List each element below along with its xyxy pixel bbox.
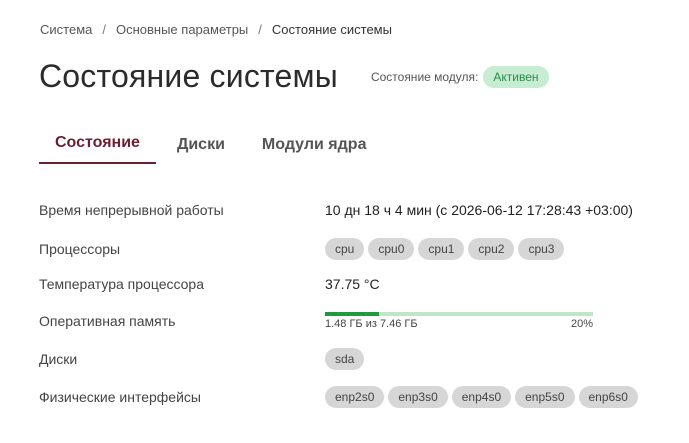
info-row-interfaces: Физические интерфейсы enp2s0 enp3s0 enp4…	[39, 386, 642, 408]
info-row-disks: Диски sda	[39, 348, 368, 370]
info-row-cpus: Процессоры cpu cpu0 cpu1 cpu2 cpu3	[39, 238, 568, 260]
memory-label: Оперативная память	[39, 313, 176, 329]
memory-usage: 1.48 ГБ из 7.46 ГБ 20%	[325, 312, 593, 330]
system-status-page: Система / Основные параметры / Состояние…	[0, 0, 689, 443]
interface-chip: enp6s0	[578, 386, 638, 408]
tab-kernel-modules[interactable]: Модули ядра	[246, 126, 383, 164]
interface-chip: enp4s0	[451, 386, 512, 408]
info-row-memory: Оперативная память 1.48 ГБ из 7.46 ГБ 20…	[39, 312, 593, 330]
cpus-label: Процессоры	[39, 241, 121, 257]
uptime-label: Время непрерывной работы	[39, 202, 224, 218]
cpu-chip: cpu0	[368, 238, 415, 260]
cpu-chip: cpu	[325, 238, 365, 260]
status-badge: Активен	[483, 65, 549, 88]
interface-chip: enp3s0	[388, 386, 448, 408]
uptime-value: 10 дн 18 ч 4 мин (с 2026-06-12 17:28:43 …	[325, 202, 633, 218]
memory-progress-fill	[325, 312, 379, 316]
breadcrumb-item-basic-params[interactable]: Основные параметры	[116, 22, 248, 37]
cpu-chip: cpu1	[418, 238, 465, 260]
cpu-chip: cpu2	[468, 238, 515, 260]
cpu-chip: cpu3	[518, 238, 565, 260]
interface-chip-list: enp2s0 enp3s0 enp4s0 enp5s0 enp6s0	[325, 386, 642, 408]
title-row: Состояние системы Состояние модуля: Акти…	[39, 58, 549, 95]
breadcrumb-separator: /	[258, 22, 262, 37]
tab-status[interactable]: Состояние	[39, 124, 156, 164]
interface-chip: enp5s0	[515, 386, 575, 408]
temperature-label: Температура процессора	[39, 276, 204, 292]
interfaces-label: Физические интерфейсы	[39, 389, 201, 405]
breadcrumb-separator: /	[102, 22, 106, 37]
cpu-chip-list: cpu cpu0 cpu1 cpu2 cpu3	[325, 238, 568, 260]
module-status-label: Состояние модуля:	[370, 69, 479, 84]
memory-used-text: 1.48 ГБ из 7.46 ГБ	[325, 318, 418, 330]
memory-percent: 20%	[570, 318, 593, 330]
memory-progress-bar	[325, 312, 593, 316]
breadcrumb-current: Состояние системы	[271, 22, 392, 37]
info-row-temperature: Температура процессора 37.75 °C	[39, 276, 380, 292]
info-row-uptime: Время непрерывной работы 10 дн 18 ч 4 ми…	[39, 202, 633, 218]
breadcrumb: Система / Основные параметры / Состояние…	[40, 22, 392, 37]
disks-label: Диски	[39, 351, 78, 367]
disk-chip: sda	[325, 348, 365, 370]
temperature-value: 37.75 °C	[325, 276, 380, 292]
tab-disks[interactable]: Диски	[161, 126, 241, 164]
module-status: Состояние модуля: Активен	[370, 65, 549, 88]
page-title: Состояние системы	[39, 58, 338, 94]
breadcrumb-item-system[interactable]: Система	[40, 22, 92, 37]
disk-chip-list: sda	[325, 348, 368, 370]
memory-text: 1.48 ГБ из 7.46 ГБ 20%	[325, 318, 593, 330]
interface-chip: enp2s0	[325, 386, 385, 408]
tabs: Состояние Диски Модули ядра	[39, 124, 382, 164]
